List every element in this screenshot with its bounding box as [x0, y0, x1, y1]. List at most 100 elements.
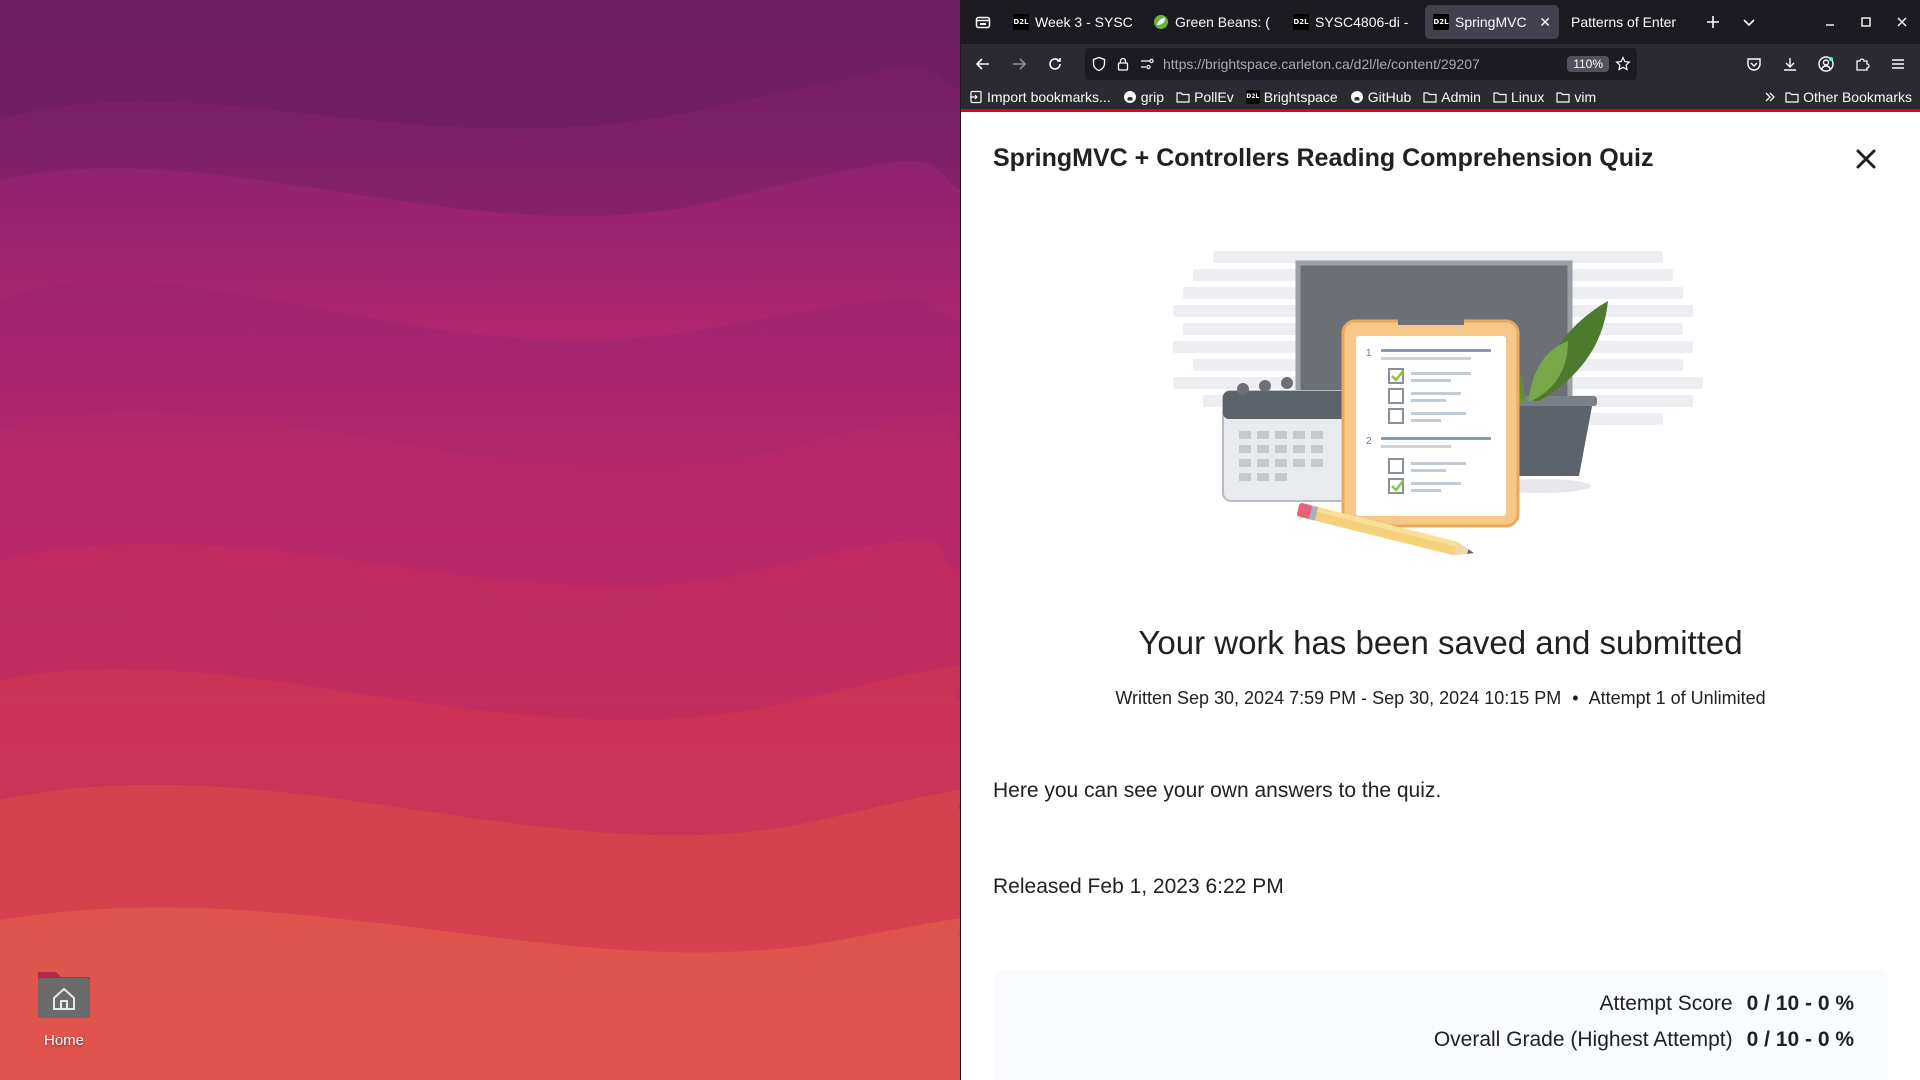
bookmarks-toolbar: Import bookmarks... grip PollEv D2L Brig…	[961, 84, 1920, 112]
extensions-button[interactable]	[1844, 48, 1880, 80]
maximize-button[interactable]	[1848, 0, 1884, 44]
github-icon	[1123, 90, 1137, 104]
browser-window: D2L Week 3 - SYSC Green Beans: ( D2L SYS…	[960, 0, 1920, 1080]
new-tab-button[interactable]	[1695, 0, 1731, 44]
account-button[interactable]	[1808, 48, 1844, 80]
navigation-toolbar: https://brightspace.carleton.ca/d2l/le/c…	[961, 44, 1920, 84]
other-bookmarks-label: Other Bookmarks	[1803, 88, 1912, 105]
tab-close-icon[interactable]: ✕	[1539, 14, 1551, 31]
close-quiz-button[interactable]	[1852, 145, 1880, 173]
reload-icon	[1049, 58, 1061, 70]
bookmark-pollev[interactable]: PollEv	[1176, 89, 1234, 105]
permissions-icon[interactable]	[1139, 56, 1155, 72]
shield-icon[interactable]	[1091, 56, 1107, 72]
released-date: Released Feb 1, 2023 6:22 PM	[993, 875, 1284, 898]
tab-title: Green Beans: (	[1175, 14, 1270, 30]
tab-sysc4806[interactable]: D2L SYSC4806-di -	[1285, 5, 1425, 39]
hamburger-menu-icon	[1892, 59, 1904, 69]
other-bookmarks[interactable]: Other Bookmarks	[1785, 89, 1912, 105]
close-icon	[1856, 149, 1876, 169]
bookmark-label: Admin	[1441, 88, 1481, 105]
attempt-score-row: Attempt Score 0 / 10 - 0 %	[993, 992, 1854, 1016]
home-label: Home	[43, 1032, 84, 1049]
bookmark-admin[interactable]: Admin	[1423, 89, 1481, 105]
desktop-wallpaper: Home	[0, 0, 960, 1080]
bookmark-label: GitHub	[1367, 88, 1412, 105]
lock-icon[interactable]	[1115, 56, 1131, 72]
pocket-button[interactable]	[1736, 48, 1772, 80]
bookmark-label: grip	[1140, 88, 1165, 105]
home-folder-icon	[36, 968, 92, 1020]
bookmark-label: vim	[1574, 88, 1597, 105]
firefox-view-button[interactable]	[961, 0, 1005, 44]
list-all-tabs-button[interactable]	[1731, 0, 1767, 44]
arrow-right-icon	[1013, 58, 1027, 70]
overall-grade-label: Overall Grade (Highest Attempt)	[1433, 1028, 1733, 1051]
d2l-icon: D2L	[1245, 89, 1260, 104]
tab-title: Patterns of Enter	[1571, 14, 1677, 30]
folder-icon	[1176, 90, 1190, 104]
github-icon	[1350, 90, 1364, 104]
d2l-icon: D2L	[1433, 14, 1449, 30]
bookmark-label: Import bookmarks...	[987, 88, 1111, 105]
quiz-page: SpringMVC + Controllers Reading Comprehe…	[961, 115, 1920, 1080]
minimize-icon	[1826, 24, 1834, 26]
bookmark-linux[interactable]: Linux	[1493, 89, 1544, 105]
zoom-indicator[interactable]: 110%	[1567, 56, 1609, 72]
downloads-button[interactable]	[1772, 48, 1808, 80]
separator-bullet: •	[1572, 688, 1579, 708]
bookmark-import[interactable]: Import bookmarks...	[969, 89, 1111, 105]
reload-button[interactable]	[1037, 48, 1073, 80]
menu-button[interactable]	[1880, 48, 1916, 80]
quiz-title: SpringMVC + Controllers Reading Comprehe…	[993, 144, 1654, 172]
folder-icon	[1556, 90, 1571, 104]
tab-week3[interactable]: D2L Week 3 - SYSC	[1005, 5, 1145, 39]
url-text[interactable]: https://brightspace.carleton.ca/d2l/le/c…	[1163, 56, 1561, 72]
chevron-down-icon	[1743, 19, 1755, 27]
tab-green-beans[interactable]: Green Beans: (	[1145, 5, 1285, 39]
tab-title: SpringMVC	[1455, 14, 1527, 30]
attempt-score-label: Attempt Score	[1599, 992, 1733, 1015]
star-bookmark-icon[interactable]	[1615, 56, 1631, 72]
forward-button[interactable]	[1001, 48, 1037, 80]
close-window-button[interactable]	[1884, 0, 1920, 44]
bookmark-vim[interactable]: vim	[1556, 89, 1596, 105]
wallpaper-waves	[0, 0, 960, 1080]
home-folder-shortcut[interactable]: Home	[30, 968, 98, 1049]
download-icon	[1784, 58, 1796, 71]
pocket-icon	[1747, 58, 1761, 71]
maximize-icon	[1861, 17, 1871, 27]
d2l-icon: D2L	[1013, 14, 1029, 30]
spring-leaf-icon	[1153, 14, 1169, 30]
bookmark-github[interactable]: GitHub	[1350, 88, 1412, 105]
attempt-score-value: 0 / 10 - 0 %	[1746, 992, 1854, 1015]
address-bar[interactable]: https://brightspace.carleton.ca/d2l/le/c…	[1085, 48, 1637, 80]
minimize-button[interactable]	[1812, 0, 1848, 44]
bookmark-brightspace[interactable]: D2L Brightspace	[1245, 89, 1338, 105]
quiz-complete-illustration: 1 2	[1173, 251, 1703, 556]
svg-text:1: 1	[1366, 348, 1372, 359]
plus-icon	[1707, 16, 1719, 28]
folder-icon	[1423, 90, 1437, 104]
bookmark-label: Linux	[1510, 88, 1545, 105]
tab-springmvc[interactable]: D2L SpringMVC ✕	[1425, 5, 1559, 39]
d2l-icon: D2L	[1293, 14, 1309, 30]
svg-text:2: 2	[1366, 436, 1372, 447]
url-host: https://brightspace.carleton.ca	[1163, 56, 1350, 72]
import-icon	[969, 90, 983, 104]
attempt-count: Attempt 1 of Unlimited	[1588, 688, 1766, 708]
puzzle-icon	[1856, 58, 1870, 71]
folder-icon	[1785, 90, 1799, 104]
tab-patterns[interactable]: Patterns of Enter	[1559, 5, 1695, 39]
back-button[interactable]	[965, 48, 1001, 80]
chevron-double-right-icon	[1765, 92, 1775, 101]
bookmarks-overflow-button[interactable]	[1763, 90, 1777, 104]
firefox-view-icon	[975, 16, 991, 29]
bookmark-grip[interactable]: grip	[1123, 89, 1164, 105]
folder-icon	[1493, 90, 1507, 104]
own-answers-info: Here you can see your own answers to the…	[993, 779, 1442, 802]
written-date-range: Written Sep 30, 2024 7:59 PM - Sep 30, 2…	[1115, 688, 1562, 708]
attempt-details: Written Sep 30, 2024 7:59 PM - Sep 30, 2…	[961, 688, 1920, 709]
account-icon	[1818, 56, 1834, 72]
submission-status-heading: Your work has been saved and submitted	[1138, 624, 1743, 661]
